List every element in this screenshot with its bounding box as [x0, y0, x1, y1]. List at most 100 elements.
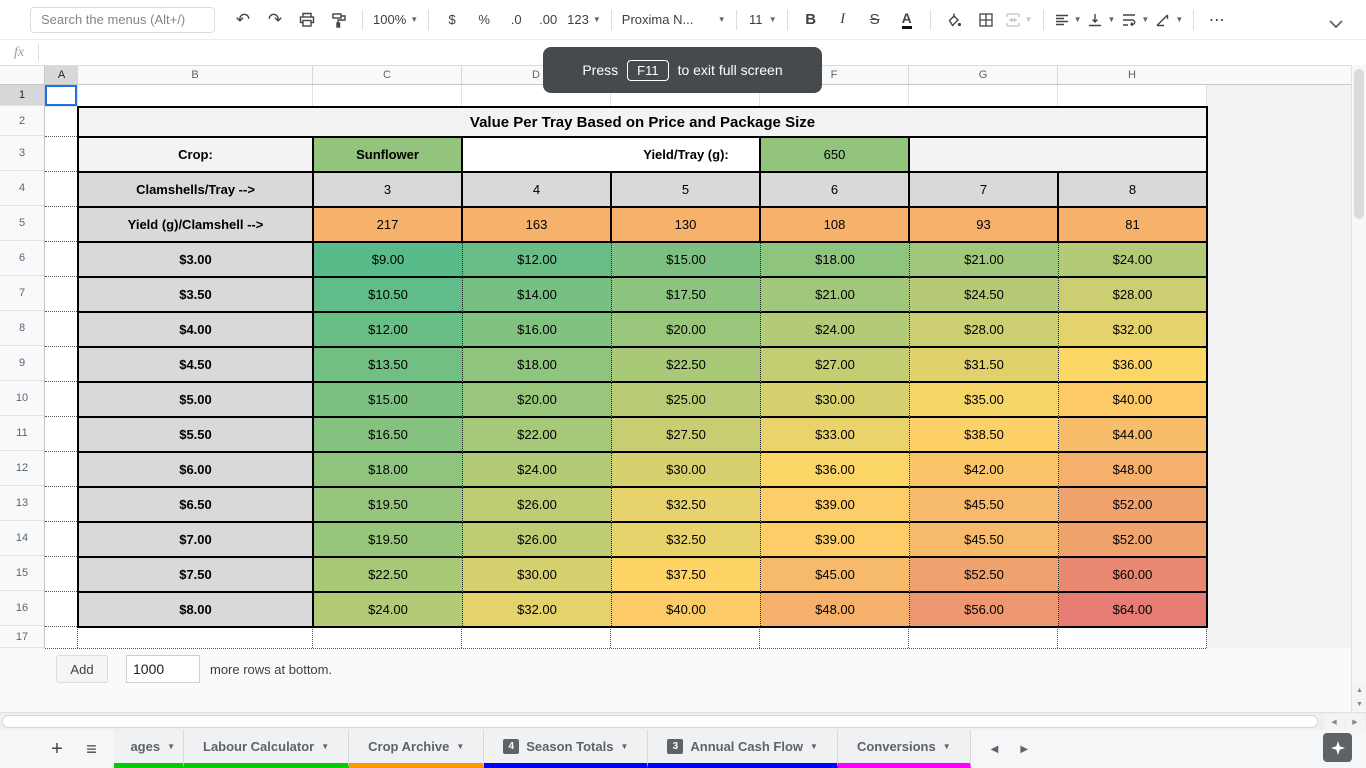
- empty-cell[interactable]: [910, 138, 1206, 173]
- table-title-cell[interactable]: Value Per Tray Based on Price and Packag…: [79, 108, 1206, 138]
- value-cell[interactable]: $14.00: [463, 278, 612, 313]
- value-cell[interactable]: $21.00: [761, 278, 910, 313]
- explore-button[interactable]: [1323, 733, 1352, 762]
- value-cell[interactable]: $13.50: [314, 348, 463, 383]
- value-cell[interactable]: $17.50: [612, 278, 761, 313]
- row-header-3[interactable]: 3: [0, 136, 44, 171]
- all-sheets-button[interactable]: ≡: [74, 730, 108, 768]
- scroll-down-button[interactable]: ▼: [1352, 697, 1366, 711]
- value-cell[interactable]: $9.00: [314, 243, 463, 278]
- price-cell[interactable]: $3.50: [79, 278, 314, 313]
- value-cell[interactable]: $15.00: [314, 383, 463, 418]
- collapse-toolbar-button[interactable]: [1320, 10, 1352, 38]
- horizontal-scrollbar-thumb[interactable]: [2, 715, 1318, 728]
- value-cell[interactable]: $48.00: [1059, 453, 1206, 488]
- vertical-align-button[interactable]: ▼: [1084, 6, 1118, 34]
- value-cell[interactable]: $40.00: [1059, 383, 1206, 418]
- yield-per-clamshell-cell[interactable]: 163: [463, 208, 612, 243]
- borders-button[interactable]: [970, 6, 1002, 34]
- crop-label-cell[interactable]: Crop:: [79, 138, 314, 173]
- value-cell[interactable]: $48.00: [761, 593, 910, 626]
- fill-color-button[interactable]: [938, 6, 970, 34]
- row-header-9[interactable]: 9: [0, 346, 44, 381]
- sheet-tab-ages[interactable]: ages▼: [114, 730, 184, 768]
- row-header-8[interactable]: 8: [0, 311, 44, 346]
- value-cell[interactable]: $22.00: [463, 418, 612, 453]
- format-percent-button[interactable]: %: [468, 6, 500, 34]
- scroll-right-button[interactable]: ▶: [1345, 714, 1365, 730]
- value-cell[interactable]: $15.00: [612, 243, 761, 278]
- price-cell[interactable]: $3.00: [79, 243, 314, 278]
- value-cell[interactable]: $19.50: [314, 488, 463, 523]
- yield-per-clamshell-cell[interactable]: 108: [761, 208, 910, 243]
- value-cell[interactable]: $24.00: [761, 313, 910, 348]
- value-cell[interactable]: $32.00: [463, 593, 612, 626]
- value-cell[interactable]: $52.00: [1059, 488, 1206, 523]
- value-cell[interactable]: $45.50: [910, 488, 1059, 523]
- number-format-button[interactable]: 123▼: [564, 6, 604, 34]
- redo-button[interactable]: ↷: [259, 6, 291, 34]
- scroll-left-button[interactable]: ◀: [1324, 714, 1344, 730]
- value-cell[interactable]: $24.00: [463, 453, 612, 488]
- sheet-tab-labour-calculator[interactable]: Labour Calculator▼: [184, 730, 349, 768]
- value-cell[interactable]: $30.00: [463, 558, 612, 593]
- horizontal-scrollbar[interactable]: ◀ ▶: [0, 712, 1366, 730]
- value-cell[interactable]: $24.50: [910, 278, 1059, 313]
- value-cell[interactable]: $27.00: [761, 348, 910, 383]
- value-cell[interactable]: $64.00: [1059, 593, 1206, 626]
- value-cell[interactable]: $39.00: [761, 488, 910, 523]
- text-wrap-button[interactable]: ▼: [1118, 6, 1152, 34]
- value-cell[interactable]: $21.00: [910, 243, 1059, 278]
- value-cell[interactable]: $20.00: [463, 383, 612, 418]
- yield-per-tray-value-cell[interactable]: 650: [761, 138, 910, 173]
- value-cell[interactable]: $52.50: [910, 558, 1059, 593]
- value-cell[interactable]: $12.00: [314, 313, 463, 348]
- decrease-decimal-button[interactable]: .0: [500, 6, 532, 34]
- tabs-scroll-left-icon[interactable]: ◀: [987, 740, 1003, 759]
- add-rows-button[interactable]: Add: [56, 655, 108, 683]
- sheet-tab-season-totals[interactable]: 4Season Totals▼: [484, 730, 648, 768]
- scroll-up-button[interactable]: ▲: [1352, 683, 1366, 697]
- price-cell[interactable]: $4.00: [79, 313, 314, 348]
- value-cell[interactable]: $18.00: [463, 348, 612, 383]
- value-cell[interactable]: $19.50: [314, 523, 463, 558]
- font-size-select[interactable]: 11▼: [744, 6, 780, 34]
- value-cell[interactable]: $52.00: [1059, 523, 1206, 558]
- yield-per-clamshell-label-cell[interactable]: Yield (g)/Clamshell -->: [79, 208, 314, 243]
- value-cell[interactable]: $31.50: [910, 348, 1059, 383]
- paint-format-button[interactable]: [323, 6, 355, 34]
- value-cell[interactable]: $45.00: [761, 558, 910, 593]
- price-cell[interactable]: $5.50: [79, 418, 314, 453]
- clamshells-per-tray-cell[interactable]: 5: [612, 173, 761, 208]
- value-cell[interactable]: $36.00: [1059, 348, 1206, 383]
- crop-value-cell[interactable]: Sunflower: [314, 138, 463, 173]
- row-header-15[interactable]: 15: [0, 556, 44, 591]
- clamshells-per-tray-cell[interactable]: 6: [761, 173, 910, 208]
- value-cell[interactable]: $28.00: [1059, 278, 1206, 313]
- value-cell[interactable]: $42.00: [910, 453, 1059, 488]
- horizontal-align-button[interactable]: ▼: [1051, 6, 1085, 34]
- row-header-12[interactable]: 12: [0, 451, 44, 486]
- value-cell[interactable]: $26.00: [463, 488, 612, 523]
- value-cell[interactable]: $20.00: [612, 313, 761, 348]
- value-cell[interactable]: $16.50: [314, 418, 463, 453]
- row-header-16[interactable]: 16: [0, 591, 44, 626]
- value-cell[interactable]: $26.00: [463, 523, 612, 558]
- value-cell[interactable]: $18.00: [761, 243, 910, 278]
- price-cell[interactable]: $5.00: [79, 383, 314, 418]
- strikethrough-button[interactable]: S: [859, 6, 891, 34]
- price-cell[interactable]: $7.00: [79, 523, 314, 558]
- clamshells-per-tray-cell[interactable]: 8: [1059, 173, 1206, 208]
- text-color-button[interactable]: A: [891, 6, 923, 34]
- vertical-scrollbar[interactable]: ▲ ▼: [1351, 65, 1366, 712]
- value-cell[interactable]: $35.00: [910, 383, 1059, 418]
- value-cell[interactable]: $27.50: [612, 418, 761, 453]
- value-cell[interactable]: $25.00: [612, 383, 761, 418]
- clamshells-per-tray-label-cell[interactable]: Clamshells/Tray -->: [79, 173, 314, 208]
- value-cell[interactable]: $32.50: [612, 488, 761, 523]
- value-cell[interactable]: $37.50: [612, 558, 761, 593]
- row-header-10[interactable]: 10: [0, 381, 44, 416]
- price-cell[interactable]: $7.50: [79, 558, 314, 593]
- column-header-a[interactable]: A: [45, 65, 77, 84]
- row-header-2[interactable]: 2: [0, 106, 44, 136]
